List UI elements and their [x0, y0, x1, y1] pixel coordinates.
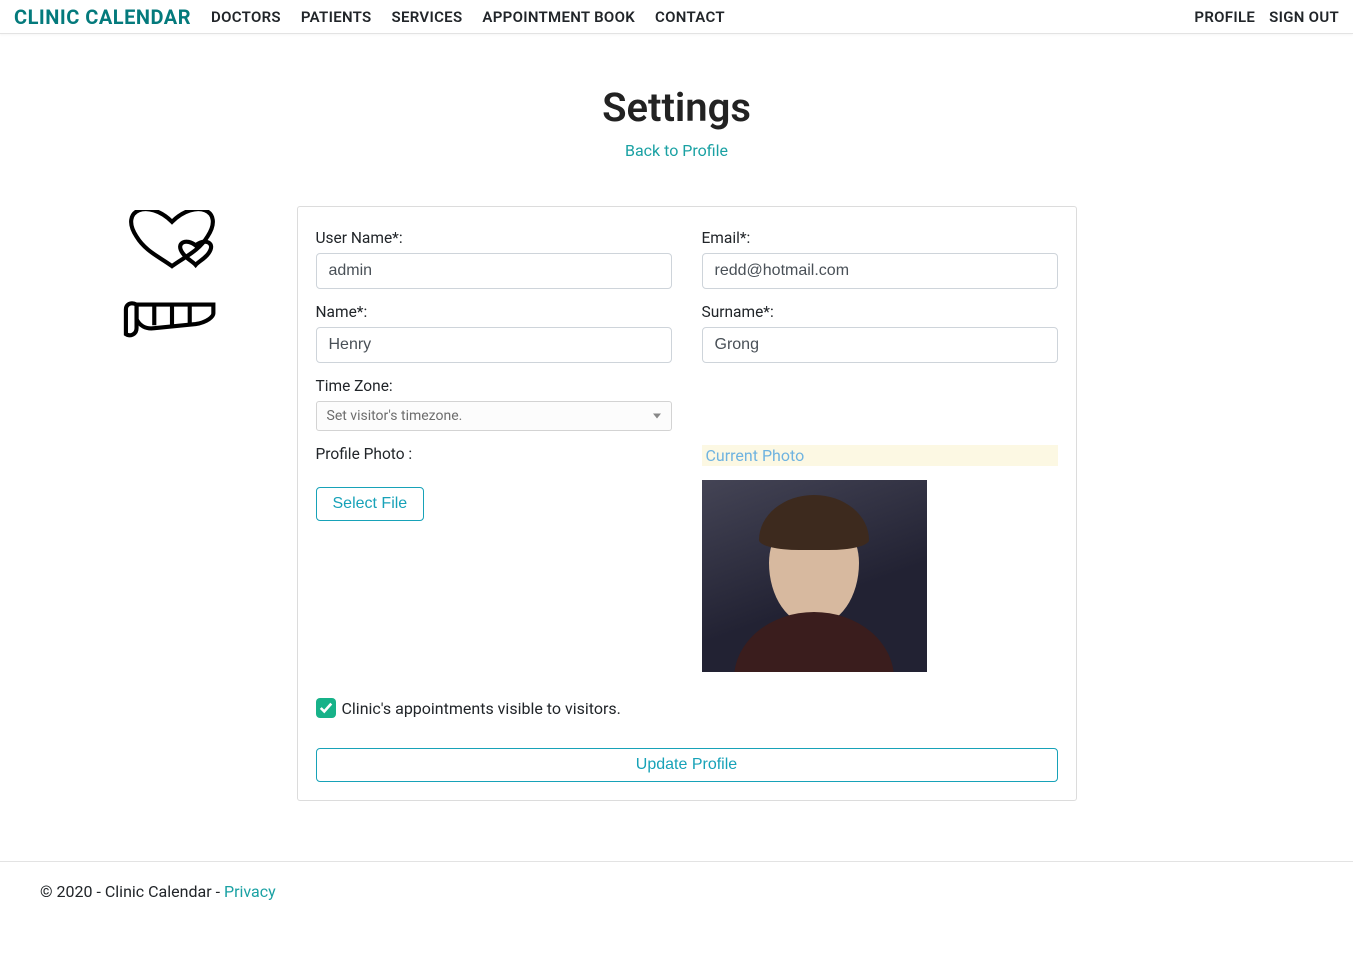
footer: © 2020 - Clinic Calendar - Privacy	[0, 861, 1353, 921]
nav-right: PROFILE SIGN OUT	[1194, 8, 1339, 26]
checkbox-appointments-visible[interactable]	[316, 698, 336, 718]
select-file-button[interactable]: Select File	[316, 487, 425, 521]
input-email[interactable]	[702, 253, 1058, 289]
nav-left: CLINIC CALENDAR DOCTORS PATIENTS SERVICE…	[14, 5, 725, 29]
heart-hand-icon	[87, 206, 257, 340]
label-name: Name*:	[316, 303, 672, 321]
nav-appointment-book[interactable]: APPOINTMENT BOOK	[482, 8, 635, 26]
page-title: Settings	[77, 84, 1277, 131]
input-surname[interactable]	[702, 327, 1058, 363]
check-icon	[319, 701, 333, 715]
label-timezone: Time Zone:	[316, 377, 672, 395]
label-email: Email*:	[702, 229, 1058, 247]
input-username[interactable]	[316, 253, 672, 289]
select-timezone[interactable]: Set visitor's timezone.	[316, 401, 672, 431]
label-surname: Surname*:	[702, 303, 1058, 321]
main: Settings Back to Profile	[47, 34, 1307, 841]
checkbox-appointments-visible-label: Clinic's appointments visible to visitor…	[342, 699, 621, 718]
label-username: User Name*:	[316, 229, 672, 247]
label-profile-photo: Profile Photo :	[316, 445, 672, 463]
current-profile-photo	[702, 480, 927, 672]
footer-text: © 2020 - Clinic Calendar -	[40, 882, 224, 901]
settings-form-card: User Name*: Email*: Name*: Surname*:	[297, 206, 1077, 801]
navbar: CLINIC CALENDAR DOCTORS PATIENTS SERVICE…	[0, 0, 1353, 34]
update-profile-button[interactable]: Update Profile	[316, 748, 1058, 782]
input-name[interactable]	[316, 327, 672, 363]
nav-patients[interactable]: PATIENTS	[301, 8, 372, 26]
nav-profile[interactable]: PROFILE	[1194, 8, 1255, 26]
nav-services[interactable]: SERVICES	[392, 8, 463, 26]
nav-contact[interactable]: CONTACT	[655, 8, 725, 26]
brand-link[interactable]: CLINIC CALENDAR	[14, 5, 191, 29]
nav-sign-out[interactable]: SIGN OUT	[1269, 8, 1339, 26]
nav-doctors[interactable]: DOCTORS	[211, 8, 281, 26]
back-to-profile-link[interactable]: Back to Profile	[625, 141, 728, 160]
footer-privacy-link[interactable]: Privacy	[224, 882, 276, 901]
label-current-photo: Current Photo	[702, 445, 1058, 466]
select-timezone-value: Set visitor's timezone.	[327, 408, 463, 424]
